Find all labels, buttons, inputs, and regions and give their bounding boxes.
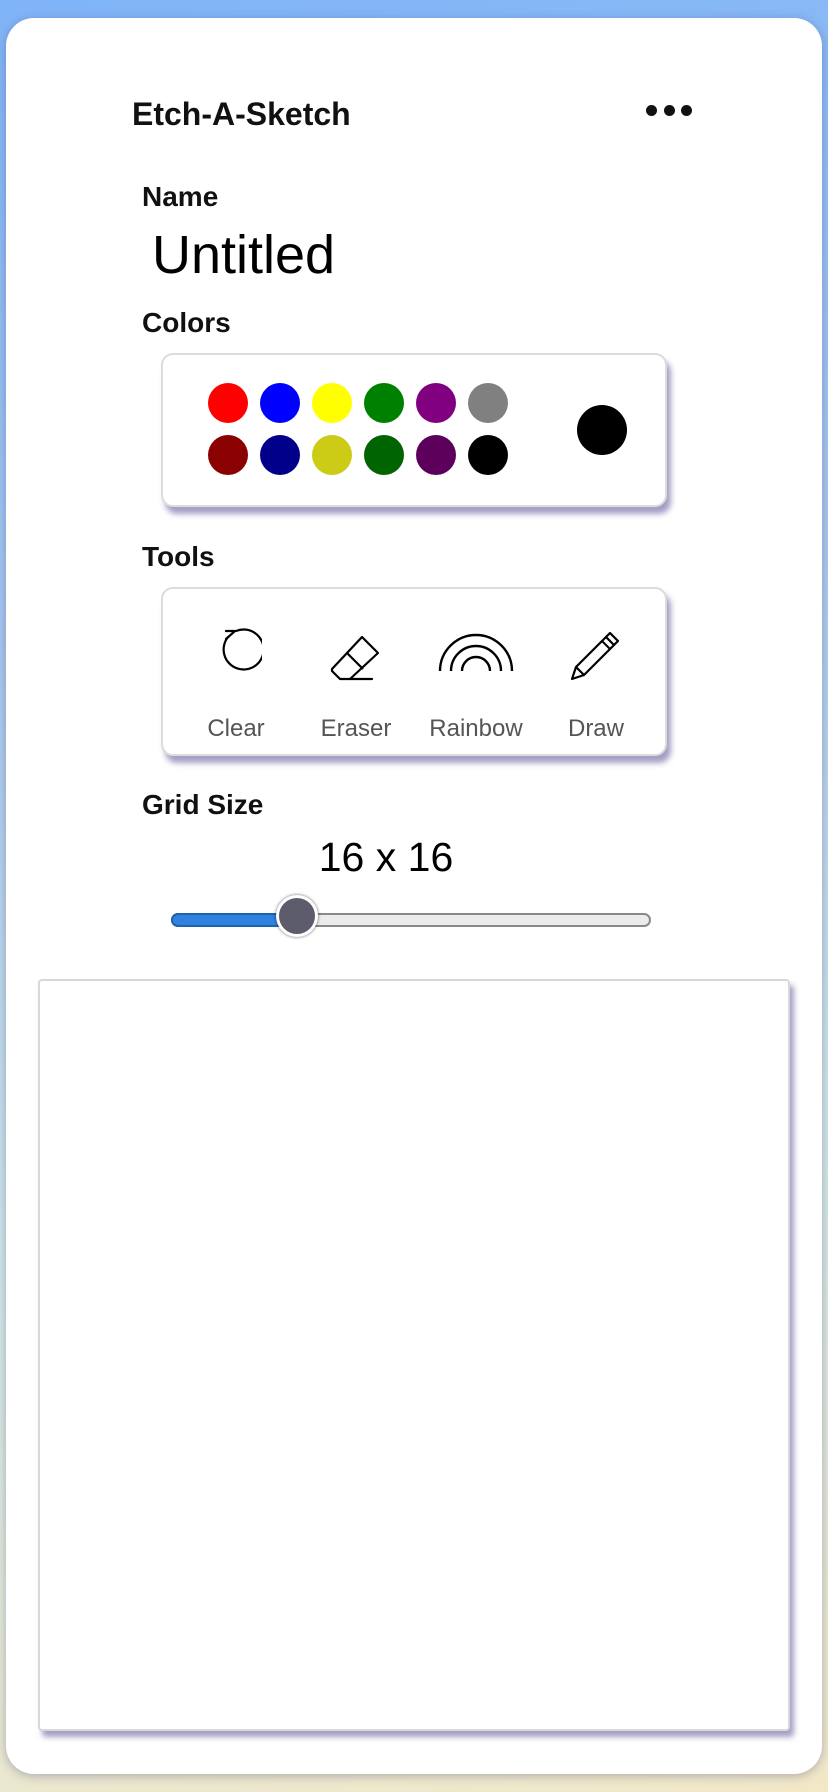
menu-dot <box>681 104 692 116</box>
app-title: Etch-A-Sketch <box>132 96 351 132</box>
slider-thumb[interactable] <box>276 895 318 937</box>
color-swatch[interactable] <box>260 383 300 423</box>
rainbow-label: Rainbow <box>429 715 523 742</box>
draw-label: Draw <box>567 715 624 742</box>
color-swatch[interactable] <box>416 383 456 423</box>
clear-label: Clear <box>207 715 265 742</box>
tools-panel: Clear Eraser Rainbow Draw <box>161 587 667 756</box>
name-input[interactable]: Untitled <box>152 224 335 286</box>
eraser-button[interactable]: Eraser <box>296 589 416 754</box>
current-color-swatch <box>577 405 627 455</box>
color-palette <box>161 353 667 507</box>
grid-size-slider[interactable] <box>171 895 651 937</box>
color-swatch[interactable] <box>468 435 508 475</box>
grid-size-value: 16 x 16 <box>318 834 454 880</box>
grid-size-label: Grid Size <box>142 789 264 820</box>
drawing-canvas[interactable] <box>38 979 790 1731</box>
pencil-icon <box>570 631 620 681</box>
color-swatch[interactable] <box>260 435 300 475</box>
eraser-label: Eraser <box>320 715 392 742</box>
color-swatch[interactable] <box>468 383 508 423</box>
color-swatch[interactable] <box>208 435 248 475</box>
color-swatch[interactable] <box>364 383 404 423</box>
tools-label: Tools <box>142 541 215 572</box>
rainbow-icon <box>438 633 514 672</box>
colors-label: Colors <box>142 307 231 338</box>
rainbow-button[interactable]: Rainbow <box>416 589 536 754</box>
color-swatch[interactable] <box>312 383 352 423</box>
clear-button[interactable]: Clear <box>176 589 296 754</box>
menu-dot <box>646 104 657 116</box>
clear-icon <box>222 628 262 671</box>
swatch-grid <box>208 383 508 475</box>
menu-dot <box>663 104 675 116</box>
more-dots-icon[interactable] <box>646 99 692 121</box>
color-swatch[interactable] <box>312 435 352 475</box>
color-swatch[interactable] <box>208 383 248 423</box>
color-swatch[interactable] <box>364 435 404 475</box>
eraser-icon <box>330 635 380 681</box>
draw-button[interactable]: Draw <box>536 589 656 754</box>
name-label: Name <box>142 181 219 212</box>
color-swatch[interactable] <box>416 435 456 475</box>
